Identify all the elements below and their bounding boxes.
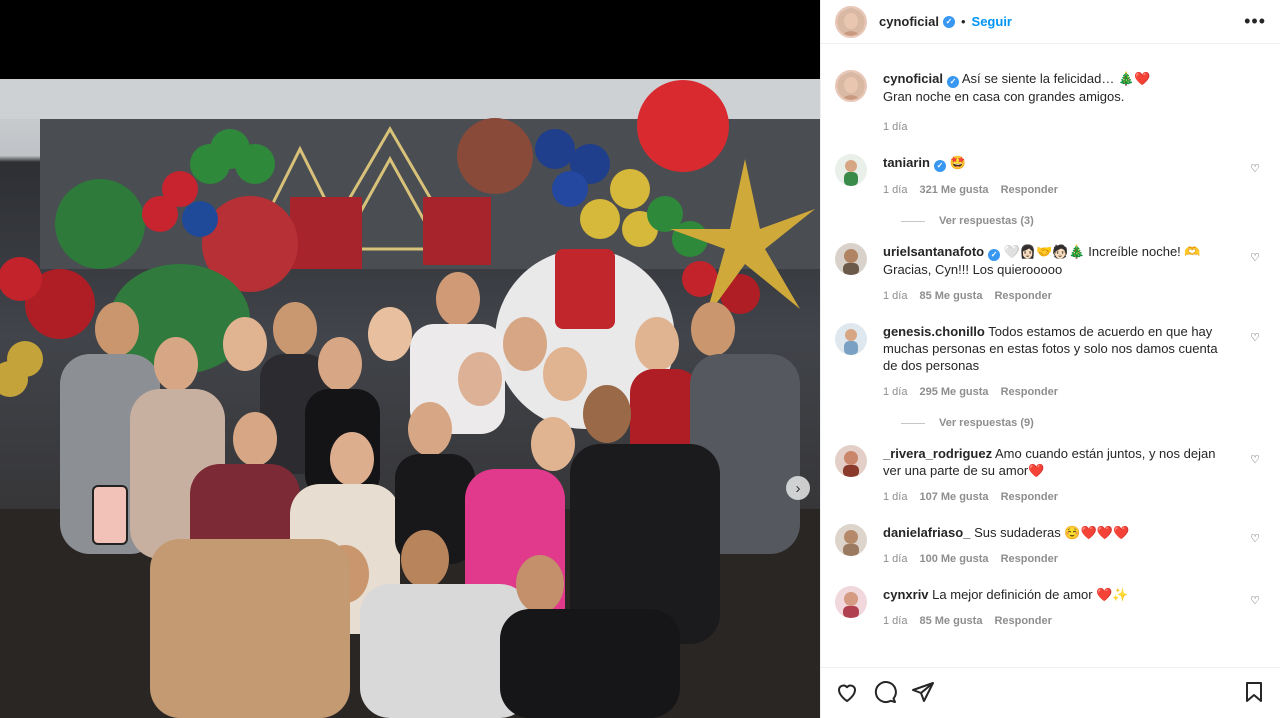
comment-username[interactable]: cynxriv [883,587,929,602]
heart-icon[interactable]: ♡ [1250,532,1260,545]
heart-icon[interactable]: ♡ [1250,251,1260,264]
caption-text-line1: Así se siente la felicidad… 🎄❤️ [961,71,1151,86]
comment-username[interactable]: _rivera_rodriguez [883,446,992,461]
comment-likes[interactable]: 100 Me gusta [919,553,988,565]
heart-icon[interactable]: ♡ [1250,331,1260,344]
comment-likes[interactable]: 321 Me gusta [919,184,988,196]
comment-icon[interactable] [873,680,897,704]
separator-dot: • [960,14,966,29]
comment-text: La mejor definición de amor ❤️✨ [932,587,1129,602]
group-photo-illustration [0,79,820,718]
comment-time: 1 día [883,553,908,565]
comment-item: cynxriv La mejor definición de amor ❤️✨ … [835,586,1266,630]
comment-time: 1 día [883,184,908,196]
avatar[interactable] [835,243,867,275]
post-photo[interactable]: › [0,79,820,718]
avatar[interactable] [835,323,867,355]
comment-username[interactable]: genesis.chonillo [883,324,985,339]
comment-item: taniarin ✓ 🤩 1 día 321 Me gusta Responder ♡ [835,154,1266,199]
verified-icon: ✓ [933,160,946,172]
comment-item: _rivera_rodriguez Amo cuando están junto… [835,445,1266,506]
reply-button[interactable]: Responder [994,615,1051,627]
comment-username[interactable]: danielafriaso_ [883,525,970,540]
comment-time: 1 día [883,491,908,503]
verified-icon: ✓ [942,15,955,28]
reply-button[interactable]: Responder [1001,386,1058,398]
post-media: › [0,0,820,718]
avatar[interactable] [835,445,867,477]
comment-item: danielafriaso_ Sus sudaderas ☺️❤️❤️❤️ 1 … [835,524,1266,568]
avatar[interactable] [835,70,867,102]
next-image-button[interactable]: › [786,476,810,500]
comments-list[interactable]: cynoficial ✓ Así se siente la felicidad… … [821,52,1280,668]
reply-button[interactable]: Responder [1001,184,1058,196]
view-replies-button[interactable]: Ver respuestas (3) [901,215,1266,227]
verified-icon: ✓ [988,249,1001,261]
post-caption: cynoficial ✓ Así se siente la felicidad… … [835,70,1266,136]
reply-button[interactable]: Responder [1001,491,1058,503]
share-icon[interactable] [911,680,935,704]
comment-text: Sus sudaderas ☺️❤️❤️❤️ [974,525,1130,540]
reply-button[interactable]: Responder [994,290,1051,302]
caption-username[interactable]: cynoficial [883,71,943,86]
caption-time: 1 día [883,121,908,133]
follow-button[interactable]: Seguir [972,14,1012,29]
comment-time: 1 día [883,615,908,627]
avatar[interactable] [835,586,867,618]
instagram-post-view: › cynoficial ✓ • Seguir ••• cynoficial✓ [0,0,1280,718]
heart-icon[interactable]: ♡ [1250,453,1260,466]
save-icon[interactable] [1242,680,1266,704]
heart-icon[interactable]: ♡ [1250,162,1260,175]
verified-icon: ✓ [946,76,959,88]
avatar[interactable] [835,5,867,38]
post-author-username[interactable]: cynoficial [879,14,939,29]
avatar[interactable] [835,524,867,556]
comment-likes[interactable]: 85 Me gusta [919,290,982,302]
comment-time: 1 día [883,386,908,398]
avatar[interactable] [835,154,867,186]
comment-item: urielsantanafoto ✓ 🤍👩🏻‍🤝‍🧑🏻🎄 Increíble no… [835,243,1266,305]
comment-likes[interactable]: 85 Me gusta [919,615,982,627]
post-actions-bar [821,672,1280,712]
comment-username[interactable]: urielsantanafoto [883,244,984,259]
comment-likes[interactable]: 295 Me gusta [919,386,988,398]
caption-text-line2: Gran noche en casa con grandes amigos. [883,89,1125,104]
comment-item: genesis.chonillo Todos estamos de acuerd… [835,323,1266,401]
comment-text: 🤩 [949,155,966,170]
comment-likes[interactable]: 107 Me gusta [919,491,988,503]
chevron-right-icon: › [795,479,801,497]
post-header: cynoficial ✓ • Seguir ••• [821,0,1280,44]
like-icon[interactable] [835,680,859,704]
heart-icon[interactable]: ♡ [1250,594,1260,607]
comment-time: 1 día [883,290,908,302]
post-sidebar: cynoficial ✓ • Seguir ••• cynoficial ✓ As… [820,0,1280,718]
reply-button[interactable]: Responder [1001,553,1058,565]
comment-username[interactable]: taniarin [883,155,930,170]
view-replies-button[interactable]: Ver respuestas (9) [901,417,1266,429]
more-icon[interactable]: ••• [1244,11,1266,32]
